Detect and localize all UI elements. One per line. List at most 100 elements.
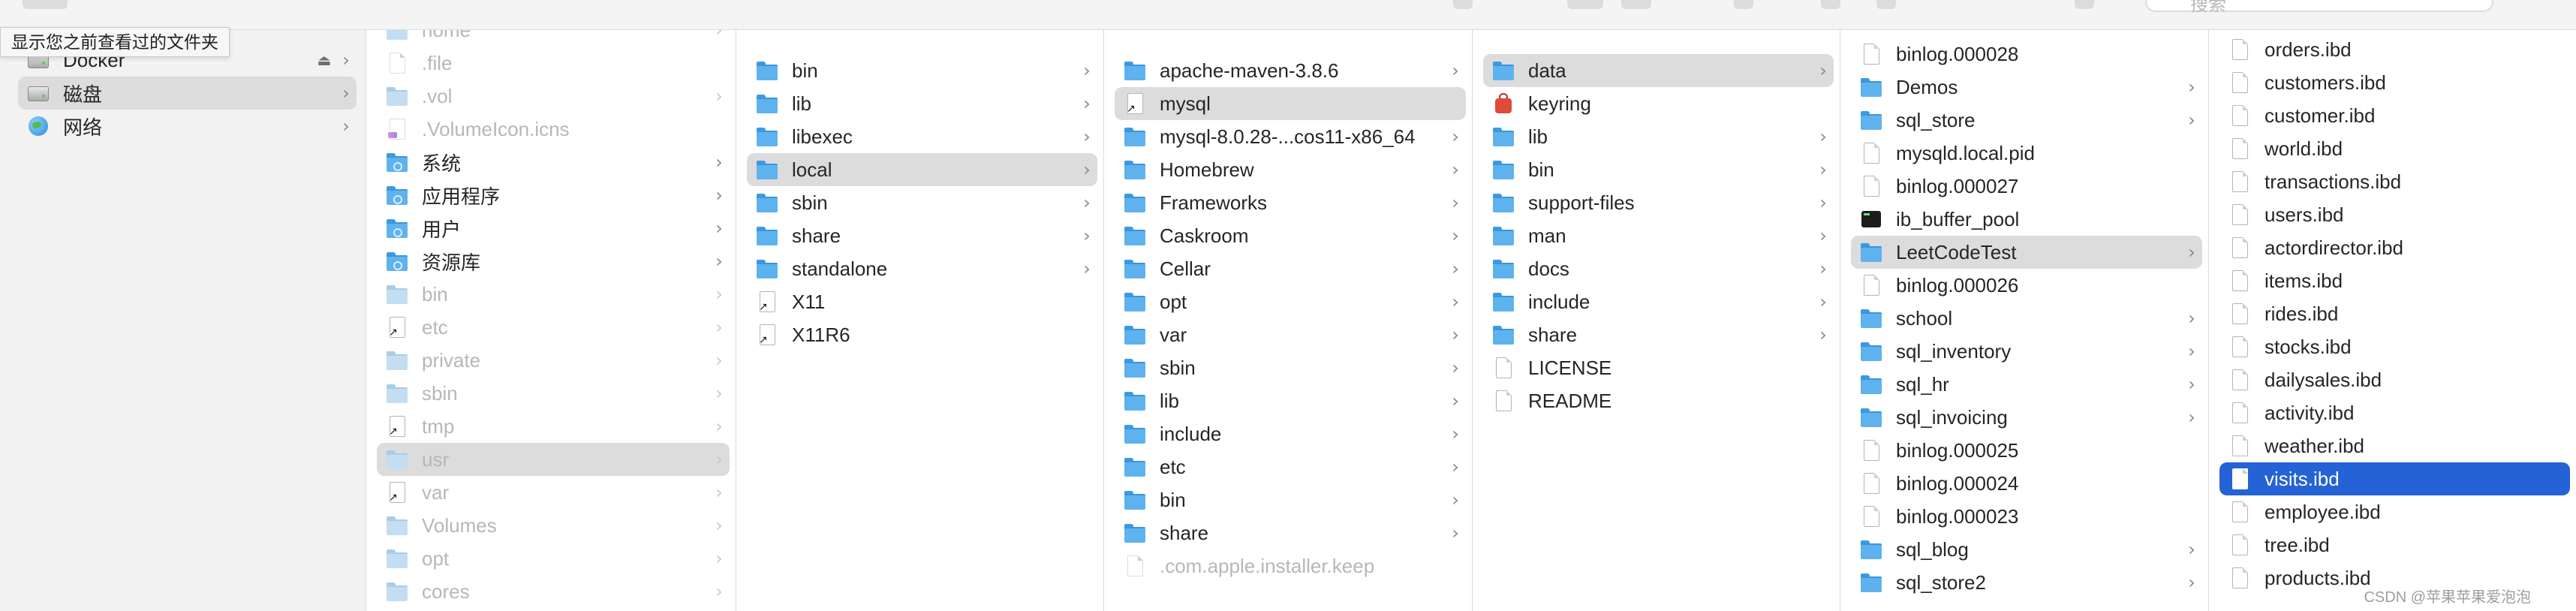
folder-row[interactable]: standalone › (747, 252, 1097, 285)
view-gallery-button[interactable] (1621, 0, 1651, 9)
column-mysql[interactable]: data › keyring lib › bin › support-files › man › do… (1473, 30, 1840, 611)
folder-row[interactable]: data › (1483, 54, 1834, 87)
folder-row[interactable]: Frameworks › (1115, 186, 1466, 219)
folder-row[interactable]: sql_inventory › (1851, 335, 2202, 368)
folder-row[interactable]: bin › (747, 54, 1097, 87)
file-row[interactable]: rides.ibd (2219, 297, 2570, 330)
search-field[interactable]: 搜索 (2145, 0, 2493, 15)
share-button[interactable] (1821, 0, 1840, 9)
tag-button[interactable] (1876, 0, 1896, 9)
folder-row[interactable]: sql_blog › (1851, 533, 2202, 566)
folder-row[interactable]: lib › (747, 87, 1097, 120)
file-row[interactable]: .VolumeIcon.icns (377, 113, 730, 146)
file-row[interactable]: binlog.000028 (1851, 38, 2202, 71)
folder-row[interactable]: school › (1851, 302, 2202, 335)
file-row[interactable]: .com.apple.installer.keep (1115, 549, 1466, 582)
folder-row[interactable]: share › (1483, 318, 1834, 351)
folder-row[interactable]: docs › (1483, 252, 1834, 285)
folder-row[interactable]: local › (747, 153, 1097, 186)
folder-row[interactable]: usr › (377, 443, 730, 476)
file-row[interactable]: transactions.ibd (2219, 165, 2570, 198)
folder-row[interactable]: sql_store › (1851, 104, 2202, 137)
file-row[interactable]: stocks.ibd (2219, 330, 2570, 363)
folder-row[interactable]: 系统 › (377, 146, 730, 179)
file-row[interactable]: ↗ X11 (747, 285, 1097, 318)
folder-row[interactable]: cores › (377, 575, 730, 608)
view-icon-button[interactable] (1453, 0, 1473, 9)
file-row[interactable]: orders.ibd (2219, 33, 2570, 66)
back-button[interactable] (23, 0, 68, 9)
file-row[interactable]: customers.ibd (2219, 66, 2570, 99)
file-row[interactable]: items.ibd (2219, 264, 2570, 297)
folder-row[interactable]: Caskroom › (1115, 219, 1466, 252)
folder-row[interactable]: share › (747, 219, 1097, 252)
folder-row[interactable]: opt › (377, 542, 730, 575)
file-row[interactable]: ↗ etc › (377, 311, 730, 344)
file-row[interactable]: visits.ibd (2219, 462, 2570, 495)
file-row[interactable]: employee.ibd (2219, 495, 2570, 528)
file-row[interactable]: binlog.000025 (1851, 434, 2202, 467)
folder-row[interactable]: share › (1115, 516, 1466, 549)
file-row[interactable]: mysqld.local.pid (1851, 137, 2202, 170)
folder-row[interactable]: 应用程序 › (377, 179, 730, 212)
file-row[interactable]: keyring (1483, 87, 1834, 120)
file-row[interactable]: ↗ tmp › (377, 410, 730, 443)
folder-row[interactable]: 资源库 › (377, 245, 730, 278)
folder-row[interactable]: bin › (377, 278, 730, 311)
folder-row[interactable]: man › (1483, 219, 1834, 252)
view-columns-button[interactable] (1567, 0, 1603, 9)
file-row[interactable]: ib_buffer_pool (1851, 203, 2202, 236)
file-row[interactable]: LICENSE (1483, 351, 1834, 384)
column-data[interactable]: binlog.000028 Demos › sql_store › mysqld.loca… (1840, 30, 2209, 611)
sidebar-item[interactable]: 磁盘 › (18, 77, 357, 110)
folder-row[interactable]: apache-maven-3.8.6 › (1115, 54, 1466, 87)
folder-row[interactable]: Volumes › (377, 509, 730, 542)
column-local[interactable]: apache-maven-3.8.6 › ↗ mysql mysql-8.0.28-..… (1104, 30, 1473, 611)
folder-row[interactable]: 用户 › (377, 212, 730, 245)
folder-row[interactable]: libexec › (747, 120, 1097, 153)
folder-row[interactable]: bin › (1483, 153, 1834, 186)
folder-row[interactable]: Demos › (1851, 71, 2202, 104)
folder-row[interactable]: mysql-8.0.28-...cos11-x86_64 › (1115, 120, 1466, 153)
file-row[interactable]: customer.ibd (2219, 99, 2570, 132)
folder-row[interactable]: sbin › (747, 186, 1097, 219)
file-row[interactable]: dailysales.ibd (2219, 363, 2570, 396)
folder-row[interactable]: sql_invoicing › (1851, 401, 2202, 434)
folder-row[interactable]: etc › (1115, 450, 1466, 483)
folder-row[interactable]: opt › (1115, 285, 1466, 318)
file-row[interactable]: ↗ X11R6 (747, 318, 1097, 351)
folder-row[interactable]: sbin › (377, 377, 730, 410)
file-row[interactable]: world.ibd (2219, 132, 2570, 165)
column-usr[interactable]: bin › lib › libexec › local › sbin › share › standal… (736, 30, 1104, 611)
folder-row[interactable]: Cellar › (1115, 252, 1466, 285)
folder-row[interactable]: Homebrew › (1115, 153, 1466, 186)
file-row[interactable]: .file (377, 47, 730, 80)
file-row[interactable]: actordirector.ibd (2219, 231, 2570, 264)
column-leetcodetest[interactable]: orders.ibd customers.ibd customer.ibd world… (2209, 30, 2576, 611)
folder-row[interactable]: lib › (1483, 120, 1834, 153)
eject-icon[interactable]: ⏏ (313, 51, 336, 69)
folder-row[interactable]: home › (377, 30, 730, 47)
file-row[interactable]: README (1483, 384, 1834, 417)
file-row[interactable]: activity.ibd (2219, 396, 2570, 429)
file-row[interactable]: binlog.000026 (1851, 269, 2202, 302)
file-row[interactable]: ↗ mysql (1115, 87, 1466, 120)
folder-row[interactable]: LeetCodeTest › (1851, 236, 2202, 269)
folder-row[interactable]: sql_store2 › (1851, 566, 2202, 599)
file-row[interactable]: binlog.000024 (1851, 467, 2202, 500)
folder-row[interactable]: sql_hr › (1851, 368, 2202, 401)
folder-row[interactable]: include › (1115, 417, 1466, 450)
folder-row[interactable]: bin › (1115, 483, 1466, 516)
file-row[interactable]: binlog.000027 (1851, 170, 2202, 203)
file-row[interactable]: weather.ibd (2219, 429, 2570, 462)
folder-row[interactable]: .vol › (377, 80, 730, 113)
file-row[interactable]: tree.ibd (2219, 528, 2570, 561)
folder-row[interactable]: var › (1115, 318, 1466, 351)
sidebar-item[interactable]: 网络 › (18, 110, 357, 143)
folder-row[interactable]: include › (1483, 285, 1834, 318)
folder-row[interactable]: sbin › (1115, 351, 1466, 384)
folder-row[interactable]: support-files › (1483, 186, 1834, 219)
column-root[interactable]: home›.file.vol›.VolumeIcon.icns系统›应用程序›用… (366, 30, 736, 611)
group-button[interactable] (1734, 0, 1753, 9)
folder-row[interactable]: private › (377, 344, 730, 377)
